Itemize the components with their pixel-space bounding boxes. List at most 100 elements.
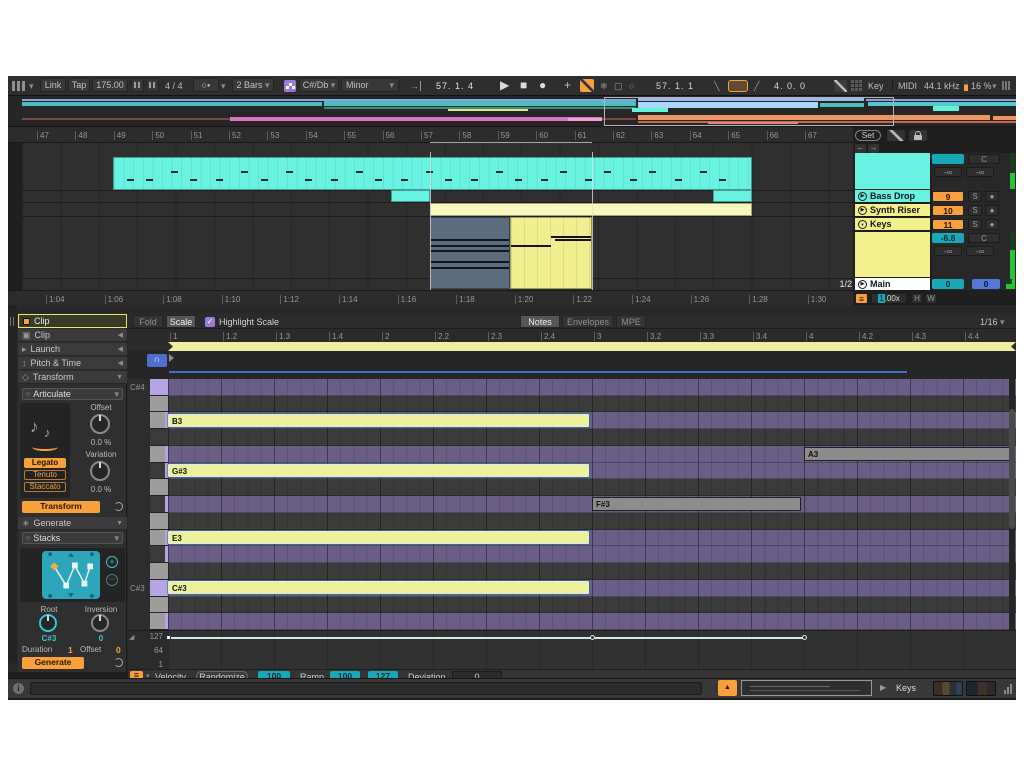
track-number-badge[interactable]: 11	[932, 219, 964, 230]
track-header-bass-drop[interactable]: ▶ Bass Drop	[855, 190, 930, 203]
clip-title-bar[interactable]: Clip	[18, 314, 127, 328]
midi-note-C#3[interactable]: C#3	[168, 581, 589, 595]
punch-out-icon[interactable]: ╱	[754, 79, 759, 93]
device-thumbnail[interactable]	[966, 681, 996, 696]
arrangement-bar-ruler[interactable]: 4748495051525354555657585960616263646566…	[8, 127, 853, 143]
tab-envelopes[interactable]: Envelopes	[562, 315, 614, 328]
punch-in-icon[interactable]: ╲	[714, 79, 719, 93]
arrangement-clip-keys-yellow[interactable]	[510, 217, 592, 289]
track-header-keys[interactable]: ▼ Keys	[855, 218, 930, 231]
scrollbar-thumb[interactable]	[1009, 409, 1015, 529]
window-layout-icon[interactable]	[12, 81, 26, 91]
zoom-height-button[interactable]: H	[911, 293, 923, 304]
volume-field[interactable]	[932, 154, 964, 164]
clip-start-marker[interactable]	[169, 354, 174, 362]
metronome-button[interactable]: ○●	[193, 78, 219, 92]
grid-size-selector[interactable]: 1/16 ▾	[980, 317, 1005, 328]
piano-key-D3[interactable]	[150, 563, 168, 580]
scale-root-menu[interactable]: C#/Db ▾	[299, 78, 339, 92]
track-header-synth-riser[interactable]: ▶ Synth Riser	[855, 204, 930, 217]
duration-value[interactable]: 1	[68, 645, 73, 655]
piano-key-F3[interactable]	[150, 513, 168, 530]
send-b-field[interactable]: -∞	[966, 167, 994, 177]
piano-key-A#3[interactable]	[150, 429, 168, 446]
grid-icon[interactable]	[850, 80, 863, 92]
velocity-marker[interactable]	[166, 635, 171, 640]
overview-view-box[interactable]	[604, 97, 894, 126]
highlight-button[interactable]: ✱	[600, 79, 608, 93]
pan-field[interactable]: C	[968, 154, 1000, 164]
fold-button[interactable]: Fold	[133, 315, 163, 328]
root-knob[interactable]	[39, 614, 57, 632]
follow-frame-icon[interactable]: ▢	[614, 79, 623, 93]
main-value-a[interactable]: 0	[932, 279, 964, 289]
loop-switch[interactable]	[728, 80, 748, 92]
power-icon[interactable]: ○	[26, 391, 30, 398]
inversion-knob[interactable]	[91, 614, 109, 632]
transform-device-selector[interactable]: ○ Articulate ▾	[22, 388, 123, 400]
arrangement-clip-keys-grey[interactable]	[430, 217, 510, 289]
play-button[interactable]: ▶	[500, 78, 509, 92]
scale-fold-button[interactable]: Scale	[166, 315, 196, 328]
loop-start-display[interactable]: 57. 1. 1	[656, 79, 694, 93]
capture-midi-icon[interactable]: ○	[629, 79, 634, 93]
midi-note-B3[interactable]: B3	[168, 414, 589, 428]
piano-key-G3[interactable]	[150, 479, 168, 496]
arrangement-time-ruler[interactable]: 1:041:061:081:101:121:141:161:181:201:22…	[8, 290, 853, 305]
staccato-button[interactable]: Staccato	[24, 482, 66, 492]
key-map-button[interactable]: Key	[868, 79, 884, 93]
power-icon[interactable]: ○	[26, 535, 30, 542]
tempo-field[interactable]: 175.00	[92, 78, 128, 92]
beat-ruler[interactable]: 11.21.31.422.22.32.433.23.33.444.24.34.4	[128, 330, 1016, 342]
solo-button[interactable]: S	[968, 191, 982, 202]
section-generate[interactable]: ∗ Generate ▼	[18, 517, 127, 530]
track-header-main[interactable]: ▶ Main	[855, 278, 930, 291]
main-value-b[interactable]: 0	[972, 279, 1000, 289]
send-a-field[interactable]: -∞	[934, 246, 962, 256]
arrangement-clip-midi-cyan[interactable]	[113, 157, 752, 190]
footer-play-icon[interactable]: ▶	[880, 683, 886, 692]
inversion-value[interactable]: 0	[76, 634, 126, 643]
zoomed-out-overview[interactable]	[741, 680, 872, 696]
tab-notes[interactable]: Notes	[520, 315, 560, 328]
generate-button[interactable]: Generate	[22, 657, 84, 669]
piano-key-C4[interactable]	[150, 396, 168, 413]
arm-button[interactable]: ●	[985, 205, 999, 216]
track-number-badge[interactable]: 9	[932, 191, 964, 202]
arrangement-clip-cyan-small[interactable]	[713, 190, 752, 202]
piano-key-column[interactable]	[150, 379, 168, 630]
loop-length-display[interactable]: 4. 0. 0	[774, 79, 806, 93]
root-value[interactable]: C#3	[24, 634, 74, 643]
remove-voice-button[interactable]: −	[106, 574, 118, 586]
clip-loop-bar[interactable]	[168, 342, 1016, 351]
pan-field[interactable]: C	[968, 233, 1000, 243]
arrangement-position-display[interactable]: 57. 1. 4	[436, 79, 474, 93]
track-number-badge[interactable]: 10	[932, 205, 964, 216]
arm-button[interactable]: ●	[985, 191, 999, 202]
piano-key-E3[interactable]	[150, 530, 168, 547]
set-locator-button[interactable]: Set	[855, 130, 881, 141]
highlight-scale-checkbox[interactable]: ✓	[205, 317, 215, 327]
preview-headphones-button[interactable]: ∩	[147, 354, 167, 367]
section-pitch-time[interactable]: ↕ Pitch & Time ◀	[18, 357, 127, 370]
piano-key-F#3[interactable]	[150, 496, 168, 513]
follow-playback-icon[interactable]: →	[410, 79, 421, 93]
scroll-position-line[interactable]	[169, 371, 907, 373]
generate-device-selector[interactable]: ○ Stacks ▾	[22, 532, 123, 544]
keys-lane-color-block[interactable]	[855, 232, 930, 278]
scale-mode-icon[interactable]	[284, 80, 296, 92]
playback-speed-field[interactable]: 1.00x	[871, 293, 907, 304]
chevron-down-icon[interactable]: ▾	[992, 79, 997, 93]
arrangement-clip-synth[interactable]	[430, 203, 752, 216]
nudge-up-button[interactable]	[146, 78, 159, 92]
stop-button[interactable]: ■	[520, 78, 527, 92]
device-thumbnail[interactable]	[933, 681, 963, 696]
velocity-marker[interactable]	[590, 635, 595, 640]
midi-note-G#3[interactable]: G#3	[168, 464, 589, 478]
piano-key-B2[interactable]	[150, 613, 168, 630]
panel-toggle-icon[interactable]	[10, 317, 15, 326]
piano-key-D#3[interactable]	[150, 546, 168, 563]
tenuto-button[interactable]: Tenuto	[24, 470, 66, 480]
piano-key-C3[interactable]	[150, 597, 168, 614]
scale-name-menu[interactable]: Minor▾	[341, 78, 399, 92]
